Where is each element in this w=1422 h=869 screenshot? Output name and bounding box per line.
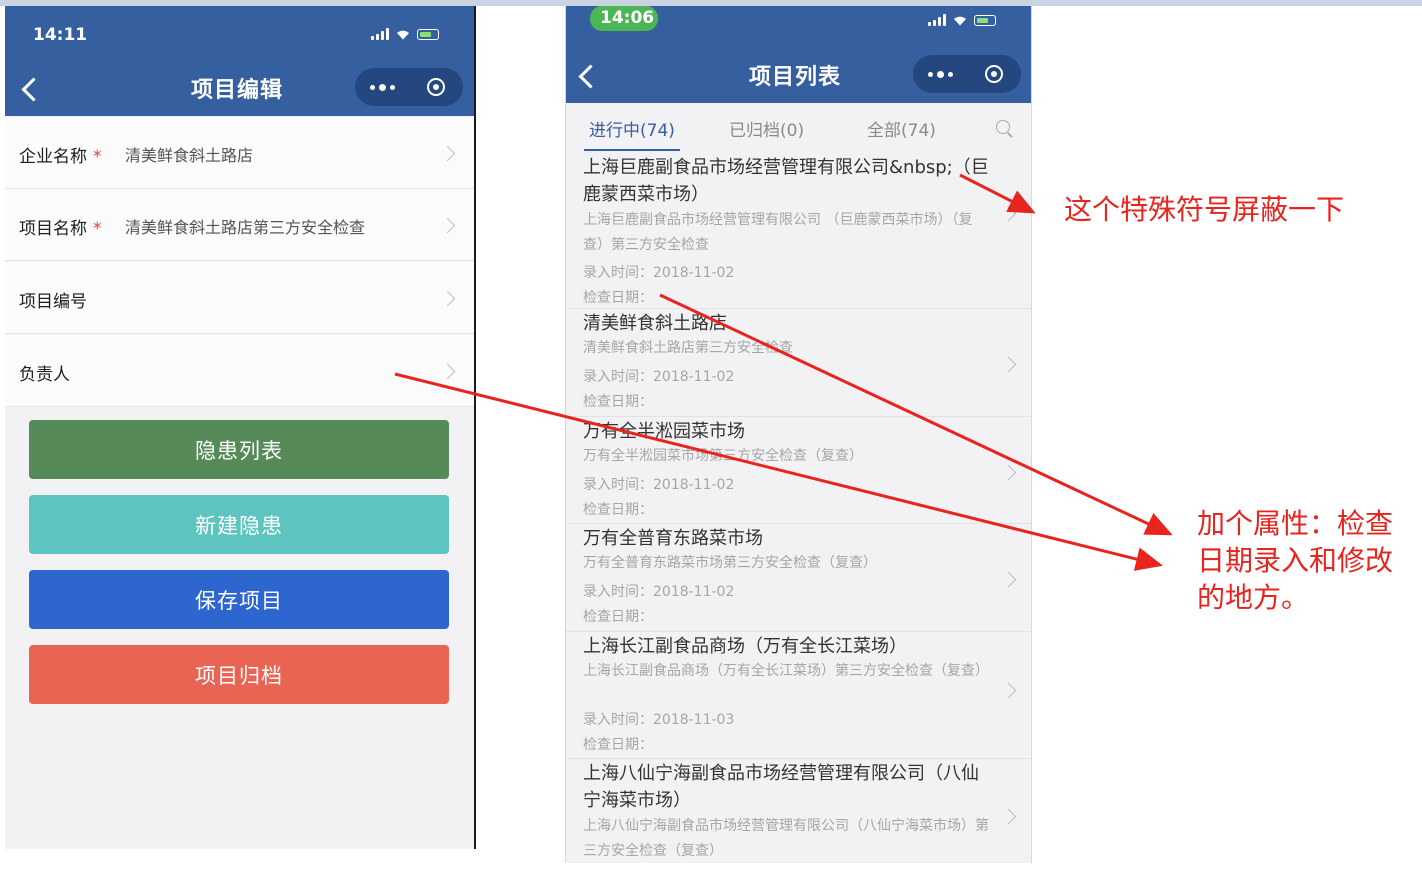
company-name-row[interactable]: 企业名称 * 清美鲜食斜土路店 [5,117,474,189]
list-item[interactable]: 万有全半淞园菜市场 万有全半淞园菜市场第三方安全检查（复查） 录入时间：2018… [566,417,1031,524]
search-icon[interactable] [996,120,1010,134]
item-check-date: 检查日期： [583,737,653,753]
page-title: 项目编辑 [191,78,284,103]
item-title: 万有全半淞园菜市场 [583,421,745,442]
chevron-right-icon [1000,205,1017,222]
item-subtitle: 清美鲜食斜土路店第三方安全检查 [583,340,793,356]
chevron-right-icon [439,290,456,307]
archive-project-button[interactable]: 项目归档 [29,645,449,704]
list-item[interactable]: 上海巨鹿副食品市场经营管理有限公司&nbsp;（巨鹿蒙西菜市场） 上海巨鹿副食品… [566,152,1031,309]
more-icon[interactable] [355,83,409,91]
chevron-right-icon [1000,682,1017,699]
item-title: 上海八仙宁海副食品市场经营管理有限公司（八仙宁海菜市场） [583,763,979,811]
chevron-right-icon [439,363,456,380]
field-label: 企业名称 * [19,147,102,167]
project-name-row[interactable]: 项目名称 * 清美鲜食斜土路店第三方安全检查 [5,189,474,261]
status-icons [928,14,996,26]
item-subtitle: 上海八仙宁海副食品市场经营管理有限公司（八仙宁海菜市场）第三方安全检查（复查） [583,818,989,859]
close-miniapp-icon[interactable] [409,78,463,96]
item-entry-time: 录入时间：2018-11-02 [583,265,735,281]
close-miniapp-icon[interactable] [967,65,1021,83]
owner-row[interactable]: 负责人 [5,335,474,407]
item-subtitle: 万有全普育东路菜市场第三方安全检查（复查） [583,555,877,571]
company-name-value: 清美鲜食斜土路店 [125,146,254,165]
annotation-hide-special-symbol: 这个特殊符号屏蔽一下 [1064,193,1345,226]
item-check-date: 检查日期： [583,394,653,410]
back-icon[interactable] [21,77,46,102]
item-entry-time: 录入时间：2018-11-02 [583,477,735,493]
battery-icon [974,15,996,26]
tab-in-progress[interactable]: 进行中(74) [589,116,675,141]
annotation-add-check-date-field: 加个属性：检查日期录入和修改的地方。 [1197,507,1394,614]
tab-archived[interactable]: 已归档(0) [729,116,804,141]
project-edit-screen: 14:11 项目编辑 企业名称 * 清美鲜食斜土路店 项目名称 * 清美鲜食斜土路店… [5,6,476,849]
save-project-button[interactable]: 保存项目 [29,570,449,629]
project-name-value: 清美鲜食斜土路店第三方安全检查 [125,218,366,237]
active-tab-indicator [584,149,680,151]
new-hazard-button[interactable]: 新建隐患 [29,495,449,554]
back-icon[interactable] [578,64,603,89]
item-title: 清美鲜食斜土路店 [583,313,727,334]
item-entry-time: 录入时间：2018-11-03 [583,712,735,728]
item-entry-time: 录入时间：2018-11-02 [583,369,735,385]
item-title: 上海长江副食品商场（万有全长江菜场） [583,636,907,657]
item-check-date: 检查日期： [583,609,653,625]
page-title: 项目列表 [749,65,842,90]
chevron-right-icon [1000,808,1017,825]
list-item[interactable]: 万有全普育东路菜市场 万有全普育东路菜市场第三方安全检查（复查） 录入时间：20… [566,524,1031,632]
chevron-right-icon [1000,356,1017,373]
item-subtitle: 万有全半淞园菜市场第三方安全检查（复查） [583,448,863,464]
chevron-right-icon [1000,571,1017,588]
more-icon[interactable] [913,70,967,78]
field-label: 负责人 [19,365,70,385]
wifi-icon [397,30,409,40]
field-label: 项目名称 * [19,219,102,239]
tab-all[interactable]: 全部(74) [867,116,936,141]
chevron-right-icon [1000,464,1017,481]
wifi-icon [954,16,966,26]
battery-icon [417,29,439,40]
item-title: 上海巨鹿副食品市场经营管理有限公司&nbsp;（巨鹿蒙西菜市场） [583,157,989,205]
status-icons [371,28,439,40]
item-entry-time: 录入时间：2018-11-02 [583,584,735,600]
hazard-list-button[interactable]: 隐患列表 [29,420,449,479]
signal-icon [928,14,946,26]
signal-icon [371,28,389,40]
mini-program-capsule [355,68,463,106]
nav-header: 14:11 项目编辑 [5,6,474,116]
item-subtitle: 上海长江副食品商场（万有全长江菜场）第三方安全检查（复查） [583,663,989,679]
item-check-date: 检查日期： [583,502,653,518]
project-list-screen: 14:06 项目列表 进行中(74) 已归档(0) 全部(74) 上海巨鹿副食品… [565,6,1032,863]
nav-header: 14:06 项目列表 [566,6,1031,103]
list-item[interactable]: 上海长江副食品商场（万有全长江菜场） 上海长江副食品商场（万有全长江菜场）第三方… [566,632,1031,759]
status-time: 14:06 [600,8,655,28]
field-label: 项目编号 [19,292,87,312]
status-tabs: 进行中(74) 已归档(0) 全部(74) [566,103,1031,151]
chevron-right-icon [439,145,456,162]
item-check-date: 检查日期： [583,290,653,306]
list-item[interactable]: 清美鲜食斜土路店 清美鲜食斜土路店第三方安全检查 录入时间：2018-11-02… [566,309,1031,417]
project-number-row[interactable]: 项目编号 [5,262,474,334]
list-item[interactable]: 上海八仙宁海副食品市场经营管理有限公司（八仙宁海菜市场） 上海八仙宁海副食品市场… [566,759,1031,863]
item-title: 万有全普育东路菜市场 [583,528,763,549]
status-time: 14:11 [33,25,88,45]
mini-program-capsule [913,55,1021,93]
chevron-right-icon [439,217,456,234]
item-subtitle: 上海巨鹿副食品市场经营管理有限公司 （巨鹿蒙西菜市场）（复查）第三方安全检查 [583,212,973,253]
